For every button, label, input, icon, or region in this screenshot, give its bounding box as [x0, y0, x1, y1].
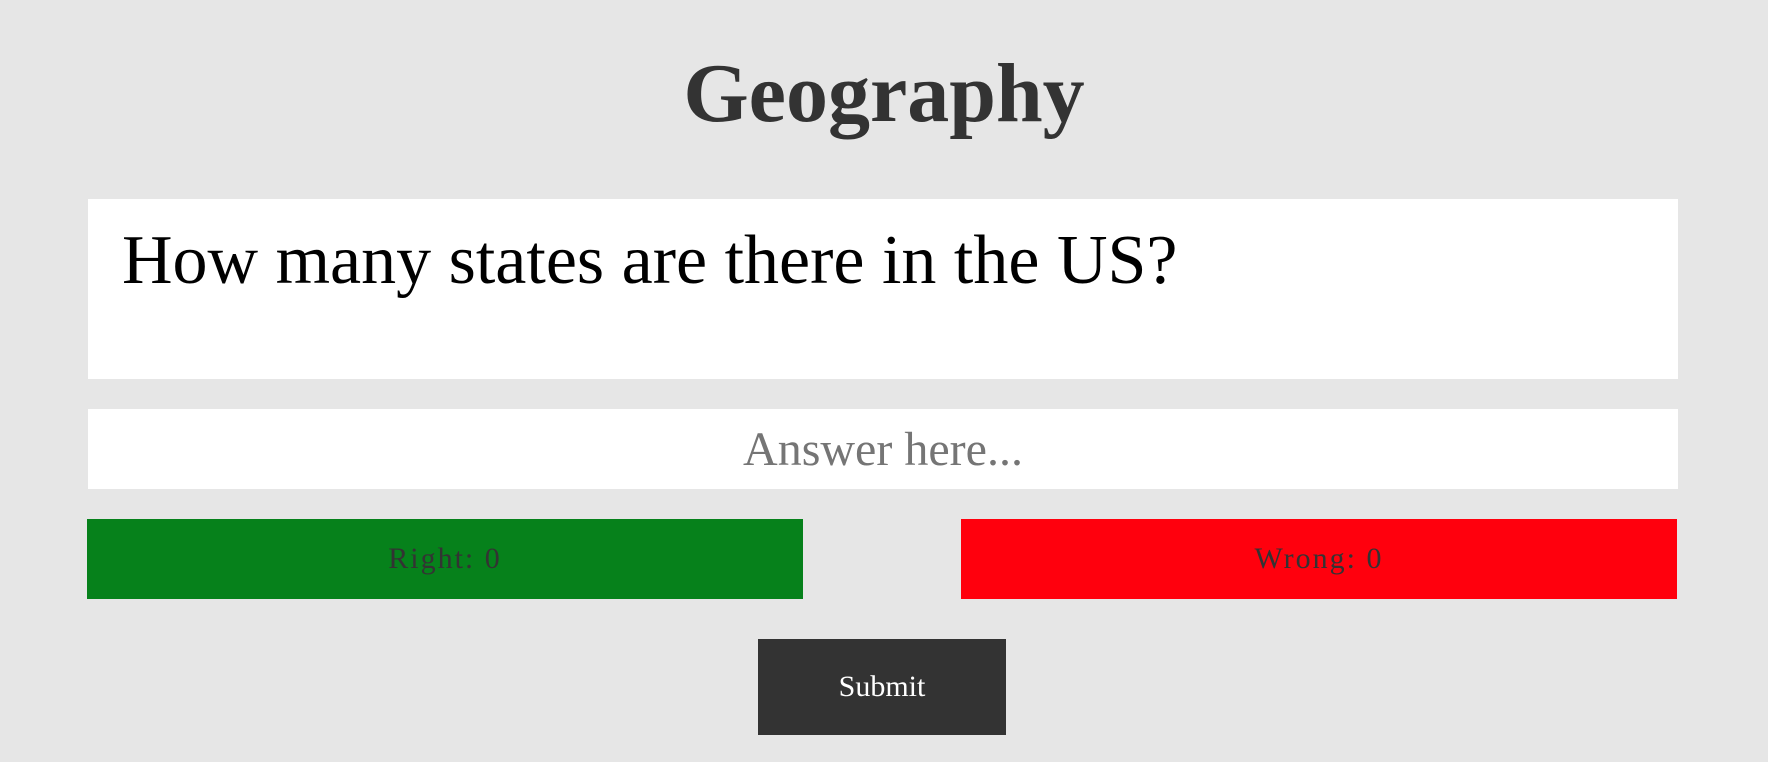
- submit-button[interactable]: Submit: [758, 639, 1006, 735]
- question-text: How many states are there in the US?: [122, 222, 1178, 299]
- answer-input[interactable]: [88, 409, 1678, 489]
- page-title: Geography: [683, 47, 1085, 140]
- right-score-badge: Right: 0: [87, 519, 803, 599]
- wrong-score-badge: Wrong: 0: [961, 519, 1677, 599]
- question-card: How many states are there in the US?: [88, 199, 1678, 379]
